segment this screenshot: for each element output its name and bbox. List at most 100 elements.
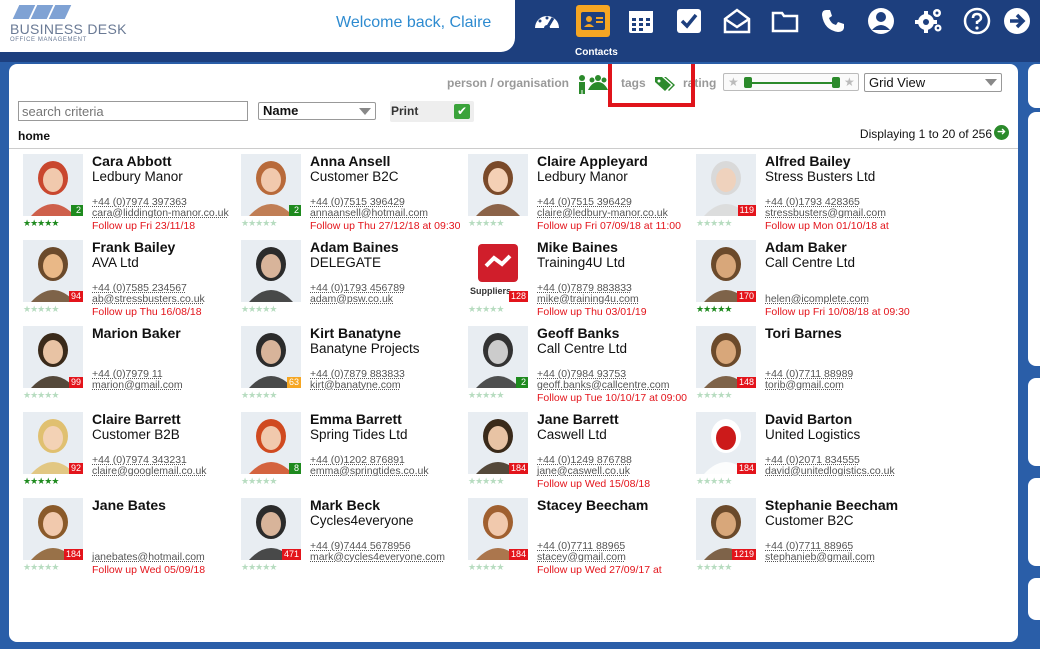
folder-icon[interactable] bbox=[768, 5, 802, 37]
contact-photo[interactable]: 8 bbox=[241, 412, 301, 474]
contact-name[interactable]: Mark Beck bbox=[310, 497, 380, 513]
contact-name[interactable]: Cara Abbott bbox=[92, 153, 172, 169]
contact-photo[interactable]: 119 bbox=[696, 154, 756, 216]
contact-photo[interactable]: 2 bbox=[23, 154, 83, 216]
contact-email[interactable]: stephanieb@gmail.com bbox=[765, 551, 875, 563]
user-icon[interactable] bbox=[864, 5, 898, 37]
contact-email[interactable]: janebates@hotmail.com bbox=[92, 551, 205, 563]
contact-photo[interactable]: 184 bbox=[23, 498, 83, 560]
contact-email[interactable]: marion@gmail.com bbox=[92, 379, 183, 391]
rating-stars[interactable]: ★★★★★ bbox=[468, 563, 504, 572]
rating-stars[interactable]: ★★★★★ bbox=[241, 305, 277, 314]
contact-card[interactable]: Suppliers 128 ★★★★★ Mike Baines Training4U L… bbox=[468, 239, 696, 326]
contact-name[interactable]: Marion Baker bbox=[92, 325, 181, 341]
rating-stars[interactable]: ★★★★★ bbox=[23, 305, 59, 314]
rating-stars[interactable]: ★★★★★ bbox=[468, 305, 504, 314]
rating-stars[interactable]: ★★★★★ bbox=[23, 219, 59, 228]
next-page-icon[interactable]: ➜ bbox=[994, 125, 1009, 140]
contact-email[interactable]: torib@gmail.com bbox=[765, 379, 844, 391]
app-logo[interactable]: BUSINESS DESK OFFICE MANAGEMENT bbox=[10, 5, 126, 45]
rating-stars[interactable]: ★★★★★ bbox=[241, 391, 277, 400]
contact-photo[interactable]: 1219 bbox=[696, 498, 756, 560]
help-icon[interactable] bbox=[960, 5, 994, 37]
rating-stars[interactable]: ★★★★★ bbox=[23, 477, 59, 486]
rating-stars[interactable]: ★★★★★ bbox=[696, 219, 732, 228]
contact-name[interactable]: Anna Ansell bbox=[310, 153, 390, 169]
contact-photo[interactable] bbox=[241, 240, 301, 302]
rating-stars[interactable]: ★★★★★ bbox=[696, 305, 732, 314]
contact-email[interactable]: stacey@gmail.com bbox=[537, 551, 626, 563]
dashboard-icon[interactable] bbox=[530, 5, 564, 37]
contact-name[interactable]: David Barton bbox=[765, 411, 852, 427]
contact-card[interactable]: 471 ★★★★★ Mark Beck Cycles4everyone +44 (9)7… bbox=[241, 497, 469, 584]
contact-card[interactable]: 184 ★★★★★ Jane Barrett Caswell Ltd +44 (0)12… bbox=[468, 411, 696, 498]
rating-stars[interactable]: ★★★★★ bbox=[696, 391, 732, 400]
rating-stars[interactable]: ★★★★★ bbox=[23, 563, 59, 572]
contact-card[interactable]: 148 ★★★★★ Tori Barnes +44 (0)7711 88989 tori… bbox=[696, 325, 924, 412]
contact-card[interactable]: 99 ★★★★★ Marion Baker +44 (0)7979 11 marion@… bbox=[23, 325, 251, 412]
contact-name[interactable]: Claire Appleyard bbox=[537, 153, 648, 169]
contact-email[interactable]: kirt@banatyne.com bbox=[310, 379, 401, 391]
contact-name[interactable]: Stacey Beecham bbox=[537, 497, 648, 513]
rating-stars[interactable]: ★★★★★ bbox=[241, 563, 277, 572]
view-select[interactable]: Grid View bbox=[864, 73, 1002, 92]
contact-card[interactable]: 1219 ★★★★★ Stephanie Beecham Customer B2C +4… bbox=[696, 497, 924, 584]
person-organisation-filter[interactable]: person / organisation bbox=[447, 76, 569, 90]
contact-name[interactable]: Kirt Banatyne bbox=[310, 325, 401, 341]
contact-email[interactable]: jane@caswell.co.uk bbox=[537, 465, 630, 477]
contact-photo[interactable]: 184 bbox=[468, 412, 528, 474]
contact-name[interactable]: Claire Barrett bbox=[92, 411, 181, 427]
contact-photo[interactable]: 2 bbox=[241, 154, 301, 216]
sort-select[interactable]: Name bbox=[258, 102, 376, 120]
contact-photo[interactable]: 471 bbox=[241, 498, 301, 560]
contact-card[interactable]: 119 ★★★★★ Alfred Bailey Stress Busters Ltd +… bbox=[696, 153, 924, 240]
contact-card[interactable]: ★★★★★ Adam Baines DELEGATE +44 (0)1793 4567… bbox=[241, 239, 469, 326]
contact-email[interactable]: claire@googlemail.co.uk bbox=[92, 465, 207, 477]
people-icon[interactable] bbox=[576, 74, 610, 94]
calendar-icon[interactable] bbox=[624, 5, 658, 37]
contact-email[interactable]: cara@liddington-manor.co.uk bbox=[92, 207, 229, 219]
contact-email[interactable]: helen@icomplete.com bbox=[765, 293, 869, 305]
contact-photo[interactable]: 184 bbox=[696, 412, 756, 474]
contact-card[interactable]: 2 ★★★★★ Cara Abbott Ledbury Manor +44 (0)797… bbox=[23, 153, 251, 240]
contact-photo[interactable]: 184 bbox=[468, 498, 528, 560]
contact-name[interactable]: Alfred Bailey bbox=[765, 153, 851, 169]
phone-icon[interactable] bbox=[816, 5, 850, 37]
contact-email[interactable]: geoff.banks@callcentre.com bbox=[537, 379, 669, 391]
contact-card[interactable]: 2 ★★★★★ Geoff Banks Call Centre Ltd +44 (0)7… bbox=[468, 325, 696, 412]
contact-name[interactable]: Mike Baines bbox=[537, 239, 618, 255]
contact-email[interactable]: mark@cycles4everyone.com bbox=[310, 551, 445, 563]
contact-email[interactable]: stressbusters@gmail.com bbox=[765, 207, 886, 219]
rating-stars[interactable]: ★★★★★ bbox=[696, 563, 732, 572]
rating-stars[interactable]: ★★★★★ bbox=[23, 391, 59, 400]
contact-name[interactable]: Geoff Banks bbox=[537, 325, 619, 341]
tasks-icon[interactable] bbox=[672, 5, 706, 37]
contact-photo[interactable]: 99 bbox=[23, 326, 83, 388]
contact-card[interactable]: 94 ★★★★★ Frank Bailey AVA Ltd +44 (0)7585 23… bbox=[23, 239, 251, 326]
contact-name[interactable]: Jane Barrett bbox=[537, 411, 619, 427]
contact-name[interactable]: Adam Baines bbox=[310, 239, 399, 255]
contact-email[interactable]: mike@training4u.com bbox=[537, 293, 639, 305]
contact-photo[interactable]: 170 bbox=[696, 240, 756, 302]
contact-photo[interactable]: 63 bbox=[241, 326, 301, 388]
rating-stars[interactable]: ★★★★★ bbox=[241, 477, 277, 486]
contact-card[interactable]: 184 ★★★★★ Stacey Beecham +44 (0)7711 88965 s… bbox=[468, 497, 696, 584]
rating-stars[interactable]: ★★★★★ bbox=[468, 219, 504, 228]
contact-name[interactable]: Stephanie Beecham bbox=[765, 497, 898, 513]
contact-card[interactable]: 8 ★★★★★ Emma Barrett Spring Tides Ltd +44 (0… bbox=[241, 411, 469, 498]
mail-icon[interactable] bbox=[720, 5, 754, 37]
contact-name[interactable]: Jane Bates bbox=[92, 497, 166, 513]
logout-icon[interactable] bbox=[1000, 5, 1034, 37]
breadcrumb[interactable]: home bbox=[18, 129, 50, 143]
contact-card[interactable]: 170 ★★★★★ Adam Baker Call Centre Ltd helen@i… bbox=[696, 239, 924, 326]
rating-stars[interactable]: ★★★★★ bbox=[468, 391, 504, 400]
print-checkbox[interactable]: ✔ bbox=[454, 104, 470, 119]
contact-name[interactable]: Tori Barnes bbox=[765, 325, 842, 341]
contact-photo[interactable]: Suppliers 128 bbox=[468, 240, 528, 302]
slider-min-handle[interactable] bbox=[744, 77, 752, 88]
contact-card[interactable]: 2 ★★★★★ Anna Ansell Customer B2C +44 (0)7515… bbox=[241, 153, 469, 240]
contacts-icon[interactable] bbox=[576, 5, 610, 37]
contact-photo[interactable]: 148 bbox=[696, 326, 756, 388]
contact-photo[interactable]: 94 bbox=[23, 240, 83, 302]
rating-stars[interactable]: ★★★★★ bbox=[241, 219, 277, 228]
